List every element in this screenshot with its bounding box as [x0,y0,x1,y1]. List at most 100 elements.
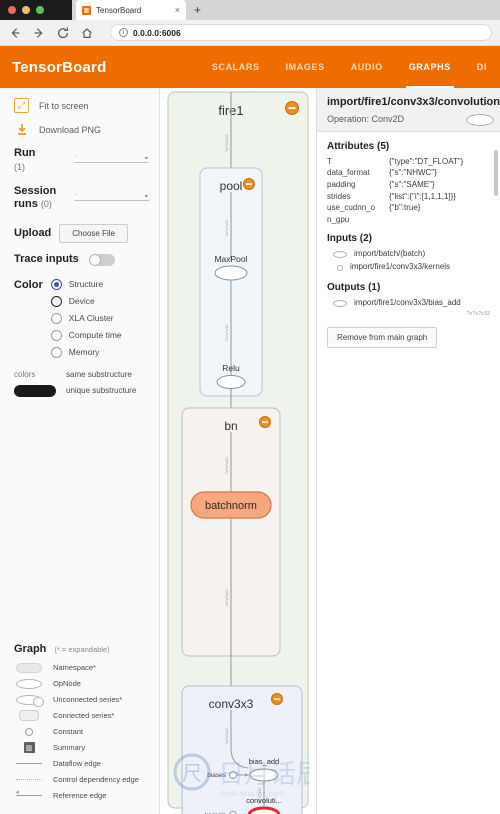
download-png-row[interactable]: Download PNG [14,122,149,137]
output-row[interactable]: import/fire1/conv3x3/bias_add [327,297,490,310]
app-body: ⤢ Fit to screen Download PNG Run (1) Ses… [0,88,500,814]
group-conv3x3-label: conv3x3 [209,697,254,711]
graph-canvas[interactable]: fire1 ?x?x?x32 pool ?x?x?x32 MaxPool ?x?… [160,88,316,814]
session-runs-select[interactable] [74,187,149,201]
node-relu[interactable] [216,375,246,389]
summary-symbol-icon: ▥ [14,742,44,753]
back-arrow-icon[interactable] [8,26,22,40]
node-info-body: Attributes (5) T {"type":"DT_FLOAT"} dat… [317,132,500,814]
edge-label-shape: ?x?x?x32 [224,134,229,152]
namespace-symbol-icon [14,662,44,673]
info-panel-scrollbar[interactable] [494,149,498,196]
collapse-badge-minus-icon [262,421,268,423]
url-bar[interactable]: i 0.0.0.0:6006 [110,24,492,41]
control-edge-symbol-icon [14,779,44,780]
outputs-heading: Outputs (1) [327,281,381,293]
radio-xla-icon [50,312,62,324]
forward-arrow-icon[interactable] [32,26,46,40]
graph-legend-header: Graph (* = expandable) [14,643,154,655]
color-option-compute-time[interactable]: Compute time [50,329,122,341]
tab-graphs[interactable]: GRAPHS [396,46,464,88]
edge-label-shape: ?x?x?x32 [224,324,229,342]
node-convolution-selected[interactable] [247,806,281,814]
attribute-row: padding {"s":"SAME"} [327,179,490,191]
run-label: Run (1) [14,147,74,175]
maximize-window-button[interactable] [36,6,44,14]
download-icon [14,122,29,137]
session-label: Session runs (0) [14,185,74,213]
tensorboard-nav-tabs: SCALARS IMAGES AUDIO GRAPHS DI [199,46,500,88]
reload-icon[interactable] [56,26,70,40]
remove-from-main-graph-button[interactable]: Remove from main graph [327,326,438,348]
window-controls[interactable] [0,0,72,20]
attribute-value: {"list":{"i":[1,1,1,1]}} [389,191,456,201]
fit-to-screen-row[interactable]: ⤢ Fit to screen [14,98,149,113]
legend-label-dataflow: Dataflow edge [53,759,101,768]
attribute-key: n_gpu [327,214,350,224]
node-maxpool[interactable] [214,265,248,281]
opnode-glyph-icon [333,251,347,259]
attribute-key: padding [327,179,356,189]
run-field[interactable]: Run (1) [14,147,149,175]
tab-images[interactable]: IMAGES [273,46,338,88]
graph-legend-title: Graph [14,643,47,655]
edge-label-shape: ?x?x?x32 [224,457,229,475]
input-row[interactable]: import/batch/(batch) [327,248,490,261]
color-option-structure[interactable]: Structure [50,278,122,290]
close-icon[interactable]: × [175,5,180,15]
colors-legend: colors same substructure unique substruc… [14,370,149,397]
color-option-xla-cluster[interactable]: XLA Cluster [50,312,122,324]
radio-memory-icon [50,346,62,358]
browser-tabstrip: ▦ TensorBoard × + [0,0,500,20]
tab-scalars[interactable]: SCALARS [199,46,273,88]
legend-item-dataflow-edge: Dataflow edge [14,758,154,769]
browser-toolbar: i 0.0.0.0:6006 [0,20,500,46]
radio-structure-icon [50,278,62,290]
group-pool-label: pool [220,179,243,193]
graph-svg[interactable]: fire1 ?x?x?x32 pool ?x?x?x32 MaxPool ?x?… [160,88,316,814]
color-option-device[interactable]: Device [50,295,122,307]
browser-tab[interactable]: ▦ TensorBoard × [76,0,186,20]
attribute-value: {"type":"DT_FLOAT"} [389,156,464,166]
fit-to-screen-label: Fit to screen [39,100,89,111]
info-icon[interactable]: i [119,28,128,37]
output-name: import/fire1/conv3x3/bias_add [354,297,461,307]
collapse-badge-minus-icon [288,107,296,109]
input-row[interactable]: import/fire1/conv3x3/kernels [327,261,490,274]
attribute-row: data_format {"s":"NHWC"} [327,167,490,179]
close-window-button[interactable] [8,6,16,14]
radio-device-icon [50,295,62,307]
graph-controls-sidebar: ⤢ Fit to screen Download PNG Run (1) Ses… [0,88,160,814]
session-runs-field[interactable]: Session runs (0) [14,185,149,213]
node-bias-add[interactable] [249,768,279,782]
constant-symbol-icon [14,727,44,736]
upload-row: Upload Choose File [14,224,149,243]
dataflow-edge-symbol-icon [14,763,44,764]
minimize-window-button[interactable] [22,6,30,14]
radio-compute-time-icon [50,329,62,341]
node-bias-add-label: bias_add [249,757,279,766]
tab-distributions[interactable]: DI [464,46,500,88]
input-name: import/fire1/conv3x3/kernels [350,262,451,272]
attribute-row: strides {"list":{"i":[1,1,1,1]}} [327,191,490,203]
home-icon[interactable] [80,26,94,40]
input-name: import/batch/(batch) [354,249,426,259]
choose-file-button[interactable]: Choose File [59,224,128,243]
new-tab-button[interactable]: + [194,3,201,20]
run-select[interactable] [74,149,149,163]
color-option-memory[interactable]: Memory [50,346,122,358]
tab-audio[interactable]: AUDIO [338,46,396,88]
color-option-device-label: Device [68,296,95,307]
inputs-section: Inputs (2) import/batch/(batch) import/f… [327,233,490,274]
legend-item-control-edge: Control dependency edge [14,774,154,785]
attributes-heading: Attributes (5) [327,140,390,152]
browser-tab-title: TensorBoard [96,5,142,15]
outputs-section: Outputs (1) import/fire1/conv3x3/bias_ad… [327,282,490,317]
legend-label-connected: Connected series* [53,711,115,720]
attribute-value: {"b":true} [389,203,421,213]
node-biases[interactable] [229,771,237,779]
edge-label-shape: ?x?x?x32 [224,219,229,237]
trace-inputs-toggle[interactable] [88,253,115,266]
legend-label-control: Control dependency edge [53,775,139,784]
chevron-up-icon[interactable]: ︿ [483,95,492,108]
